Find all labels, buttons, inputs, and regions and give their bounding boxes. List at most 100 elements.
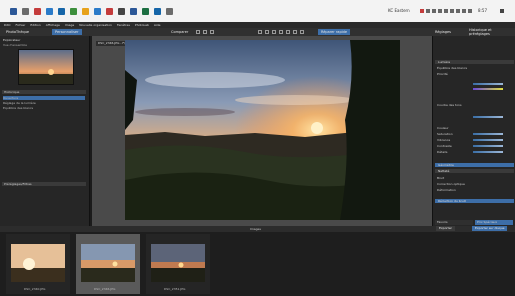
slider-2[interactable] [473,88,503,90]
presets-header-label: Préréglages/Filtres [4,182,32,186]
thumbnail[interactable]: DSC_2351.JPG [146,234,210,294]
tab-personnaliser[interactable]: Personnaliser [52,29,82,35]
slider-5[interactable] [473,139,503,141]
export-button[interactable]: Exporter [436,226,455,231]
start-icon[interactable] [10,8,17,15]
tray-icon-7[interactable] [456,9,460,13]
section-label: Courbe des tons [437,103,462,107]
tray-icon-5[interactable] [444,9,448,13]
tray-icon-9[interactable] [468,9,472,13]
app-icon-12[interactable] [166,8,173,15]
thumbnail-caption: DSC_2351.JPG [164,287,186,291]
history-item-label: Réglage de la lumière [3,101,36,105]
menu-item[interactable]: Aide [154,23,161,27]
tab-historique[interactable]: Historique et préréglages [466,28,515,36]
tray-icon-8[interactable] [462,9,466,13]
section-label: Détails [437,150,448,154]
app-icon-5[interactable] [82,8,89,15]
search-icon[interactable] [22,8,29,15]
slider-1[interactable] [473,83,503,85]
local-adjust-icon[interactable] [279,30,283,34]
thumb-photo [81,244,135,282]
repair-icon[interactable] [272,30,276,34]
history-header[interactable]: Historique [2,90,86,94]
section-label: Priorité [437,72,448,76]
thumbnail[interactable]: DSC_2346.JPG [76,234,140,294]
module-toolbar: PhotoThèque Personnaliser Comparer Répar… [0,28,515,36]
section-label: Couleur [437,126,449,130]
presets-header[interactable]: Préréglages/Filtres [2,182,86,186]
app-icon-6[interactable] [94,8,101,15]
menu-item[interactable]: Edition [30,23,40,27]
thumbnail[interactable]: DSC_2340.JPG [6,234,70,294]
favorites-tab[interactable]: Favoris [435,220,473,225]
right-panel: Lumière Équilibre des blancs Priorité Co… [432,36,515,226]
app-icon-2[interactable] [46,8,53,15]
repair-button[interactable]: Réparer rapide [318,29,351,35]
history-item[interactable]: Ouverture [3,96,85,100]
history-header-label: Historique [4,90,20,94]
menu-item[interactable]: Nouvelle organisation [79,23,112,27]
menu-item[interactable]: DXO [4,23,11,27]
menu-item[interactable]: Fichier [16,23,26,27]
navigator-preview[interactable] [18,49,74,85]
mask-icon[interactable] [300,30,304,34]
tray-icon-1[interactable] [420,9,424,13]
favorites-label: Favoris [437,220,448,224]
notification-icon[interactable] [500,9,504,13]
special-tab[interactable]: Prix Spéciaux [475,220,513,225]
section-label: Déformation [437,188,456,192]
section-label: Géométrie [438,163,454,167]
section-label: Correction optique [437,182,465,186]
tray-icon-2[interactable] [426,9,430,13]
history-item[interactable]: Réglage de la lumière [3,101,85,105]
app-icon-11[interactable] [154,8,161,15]
app-icon-7[interactable] [106,8,113,15]
tray-icon-4[interactable] [438,9,442,13]
section-lumiere[interactable]: Lumière [435,60,514,64]
tab-reglages[interactable]: Réglages [432,29,454,35]
redeye-icon[interactable] [293,30,297,34]
app-icon-3[interactable] [58,8,65,15]
left-panel: Explorateur Vue d'ensemble Historique Ou… [0,36,90,226]
export-disk-button[interactable]: Exporter sur disque [472,226,508,231]
section-label: Saturation [437,132,453,136]
view-icon[interactable] [196,30,200,34]
tab-phototheque[interactable]: PhotoThèque [3,29,32,35]
slider-6[interactable] [473,145,503,147]
crop-icon[interactable] [258,30,262,34]
panel-title: Explorateur [3,38,21,42]
slider-7[interactable] [473,151,503,153]
app-icon-4[interactable] [70,8,77,15]
slider-3[interactable] [473,116,503,118]
slider-4[interactable] [473,133,503,135]
section-label: Réduction du bruit [438,199,466,203]
history-item[interactable]: Equilibre des blancs [3,106,85,110]
menu-item[interactable]: Affichage [46,23,60,27]
app-icon-9[interactable] [130,8,137,15]
fit-icon[interactable] [210,30,214,34]
section-bruit[interactable]: Réduction du bruit [435,199,514,203]
compare-button[interactable]: Comparer [168,29,191,35]
section-label: Vibrance [437,138,451,142]
tray-icon-3[interactable] [432,9,436,13]
menu-item[interactable]: PhotoLab [135,23,149,27]
eyedropper-icon[interactable] [286,30,290,34]
straighten-icon[interactable] [265,30,269,34]
zoom-icon[interactable] [203,30,207,34]
taskbar: KC Eastern 8:57 [0,0,515,22]
menu-item[interactable]: Fenêtres [117,23,130,27]
section-label: Équilibre des blancs [437,66,468,70]
tray-clock: 8:57 [478,8,487,13]
special-label: Prix Spéciaux [477,220,498,224]
section-nettete[interactable]: Netteté [435,169,514,173]
section-geometrie[interactable]: Géométrie [435,163,514,167]
overview-label: Vue d'ensemble [3,43,27,47]
app-icon-8[interactable] [118,8,125,15]
filmstrip-label: Images [250,227,261,231]
app-icon-10[interactable] [142,8,149,15]
main-photo[interactable] [125,40,400,220]
menu-item[interactable]: Image [65,23,74,27]
tray-icon-6[interactable] [450,9,454,13]
app-icon-1[interactable] [34,8,41,15]
